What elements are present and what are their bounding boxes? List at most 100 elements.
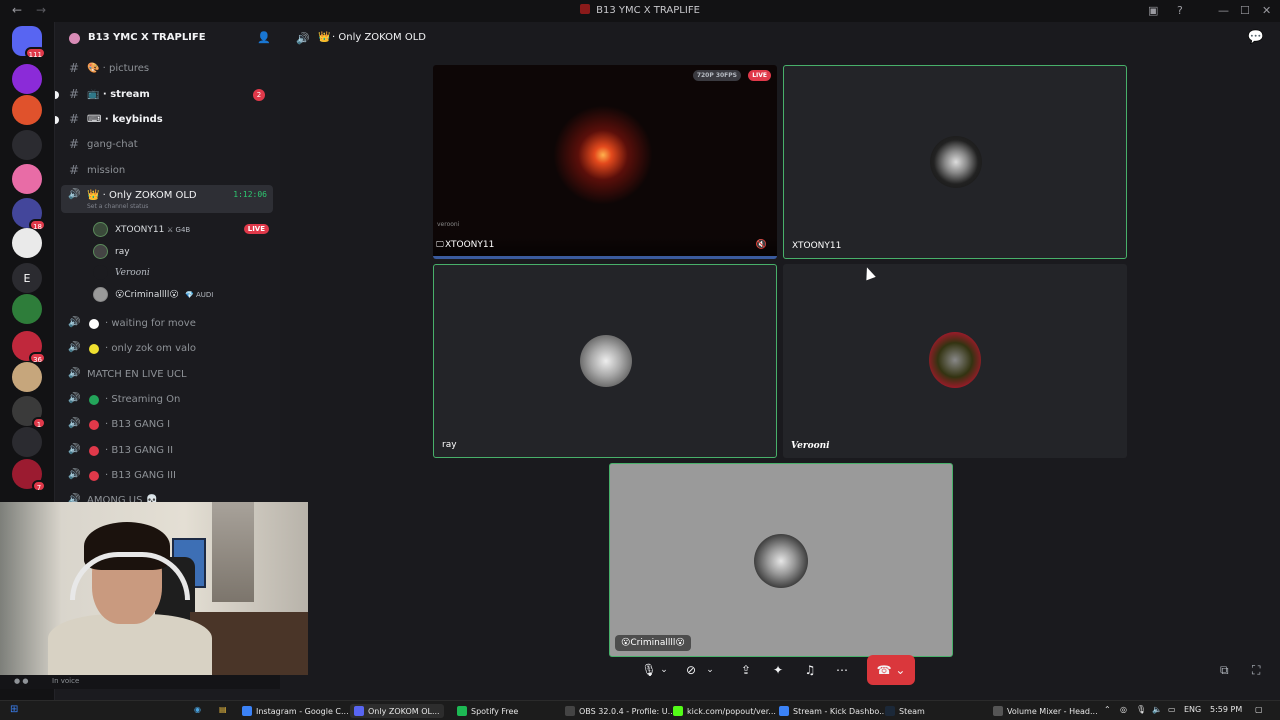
participant-tile-verooni[interactable]: Verooni	[783, 264, 1127, 458]
server-icon[interactable]: 18	[12, 198, 46, 231]
taskbar-app[interactable]: Steam	[885, 704, 925, 718]
server-icon[interactable]: 7	[12, 459, 46, 492]
voice-channel[interactable]: 🔊 · Streaming On	[61, 389, 273, 411]
pop-out-icon[interactable]: ⧉	[1220, 663, 1229, 678]
taskbar-app-label: Volume Mixer - Head...	[1007, 706, 1098, 716]
tray-app-icon[interactable]: ◎	[1120, 705, 1127, 714]
participant-tile-criminal[interactable]: 😮Criminallll😮	[609, 463, 953, 657]
hash-icon: #	[69, 163, 80, 177]
live-badge: LIVE	[243, 224, 269, 234]
channel-mission[interactable]: # mission	[61, 160, 273, 182]
server-name: B13 YMC X TRAPLIFE	[88, 32, 206, 43]
chat-icon[interactable]: 💬	[1248, 30, 1264, 45]
voice-channel-active[interactable]: 🔊 👑 · Only ZOKOM OLD 1:12:06 Set a chann…	[61, 185, 273, 213]
language-indicator[interactable]: ENG	[1184, 705, 1201, 714]
channel-gang-chat[interactable]: # gang-chat	[61, 134, 273, 156]
tile-name: XTOONY11	[792, 241, 842, 251]
notification-badge: 1	[32, 417, 46, 429]
more-options-button[interactable]: ⋯	[827, 655, 857, 685]
speaker-tray-icon[interactable]: 🔈	[1152, 705, 1162, 714]
close-icon[interactable]: ✕	[1262, 4, 1271, 17]
server-icon[interactable]: 36	[12, 331, 46, 364]
server-icon[interactable]	[12, 294, 42, 324]
channel-keybinds[interactable]: # ⌨ · keybinds	[61, 109, 273, 131]
voice-channel[interactable]: 🔊 · B13 GANG II	[61, 440, 273, 462]
maximize-icon[interactable]: ☐	[1240, 4, 1250, 17]
taskbar-app-label: Only ZOKOM OL...	[368, 706, 440, 716]
voice-channel[interactable]: 🔊 MATCH EN LIVE UCL	[61, 364, 273, 386]
app-icon	[993, 706, 1003, 716]
taskbar-app[interactable]: Stream - Kick Dashbo...	[779, 704, 887, 718]
taskbar-app[interactable]: kick.com/popout/ver...	[673, 704, 776, 718]
avatar	[93, 287, 108, 302]
network-tray-icon[interactable]: ▭	[1168, 705, 1176, 714]
server-icon[interactable]	[12, 228, 42, 258]
taskbar-app-label: Stream - Kick Dashbo...	[793, 706, 887, 716]
window-title: B13 YMC X TRAPLIFE	[0, 4, 1280, 16]
channel-label: 📺 · stream	[87, 89, 150, 100]
inbox-icon[interactable]: ▣	[1148, 4, 1158, 17]
voice-user[interactable]: ray	[93, 242, 273, 262]
participant-tile-ray[interactable]: ray	[433, 264, 777, 458]
server-icon[interactable]: 1	[12, 396, 46, 429]
volume-mute-icon[interactable]: 🔇	[756, 240, 767, 250]
speaker-icon: 🔊	[68, 189, 81, 200]
stream-tile[interactable]: 720P 30FPS LIVE verooni 🖵 XTOONY11 🔇	[433, 65, 777, 259]
mic-options-chevron-icon[interactable]: ⌄	[656, 655, 672, 685]
avatar	[580, 335, 632, 387]
edge-icon[interactable]: ◉	[194, 705, 201, 714]
channel-status[interactable]: Set a channel status	[87, 203, 148, 210]
server-icon[interactable]	[12, 427, 42, 457]
notifications-icon[interactable]: ▢	[1255, 705, 1263, 714]
voice-channel[interactable]: 🔊 · only zok om valo	[61, 338, 273, 360]
server-header[interactable]: B13 YMC X TRAPLIFE ⌄ 👤	[55, 22, 281, 56]
tile-name: 😮Criminallll😮	[615, 635, 691, 651]
participant-tile-xtoony[interactable]: XTOONY11	[783, 65, 1127, 259]
server-icon[interactable]	[12, 95, 42, 125]
channel-stream[interactable]: # 📺 · stream 2	[61, 84, 273, 106]
voice-channel[interactable]: 🔊 · B13 GANG I	[61, 414, 273, 436]
mic-tray-icon[interactable]: 🎙	[1136, 705, 1146, 714]
taskbar-app-label: Steam	[899, 706, 925, 716]
taskbar-app[interactable]: Spotify Free	[457, 704, 518, 718]
voice-channel[interactable]: 🔊 · B13 GANG III	[61, 465, 273, 487]
user-tag: 💎 AUDI	[185, 291, 214, 299]
server-icon[interactable]	[12, 64, 42, 94]
activities-button[interactable]: ✦	[763, 655, 793, 685]
app-icon	[354, 706, 364, 716]
file-explorer-icon[interactable]: ▤	[219, 705, 227, 714]
tray-chevron-icon[interactable]: ⌃	[1104, 705, 1111, 714]
hash-icon: #	[69, 112, 80, 126]
taskbar-app[interactable]: OBS 32.0.4 - Profile: U...	[565, 704, 675, 718]
channel-label: 👑 · Only ZOKOM OLD	[87, 190, 197, 201]
taskbar-app[interactable]: Volume Mixer - Head...	[993, 704, 1098, 718]
speaker-icon: 🔊	[296, 32, 310, 45]
server-icon[interactable]	[12, 164, 42, 194]
voice-user[interactable]: XTOONY11 ⚔ G4B LIVE	[93, 220, 273, 240]
voice-user[interactable]: Verooni	[93, 263, 273, 283]
server-icon[interactable]	[12, 362, 42, 392]
hash-icon: #	[69, 61, 80, 75]
minimize-icon[interactable]: —	[1218, 4, 1229, 17]
app-icon	[457, 706, 467, 716]
help-icon[interactable]: ?	[1177, 4, 1183, 17]
avatar	[754, 534, 808, 588]
server-icon[interactable]: E	[12, 263, 42, 293]
invite-people-icon[interactable]: 👤	[257, 31, 271, 44]
fullscreen-icon[interactable]: ⛶	[1252, 663, 1260, 678]
speaker-icon: 🔊	[68, 469, 81, 480]
soundboard-button[interactable]: ♫	[795, 655, 825, 685]
taskbar-app[interactable]: Only ZOKOM OL...	[350, 704, 444, 718]
voice-user[interactable]: 😮Criminallll😮 💎 AUDI	[93, 285, 273, 305]
server-icon[interactable]	[12, 130, 42, 160]
windows-start-icon[interactable]: ⊞	[10, 704, 18, 715]
voice-channel[interactable]: 🔊 · waiting for move	[61, 313, 273, 335]
taskbar-app[interactable]: Instagram - Google C...	[242, 704, 349, 718]
camera-options-chevron-icon[interactable]: ⌄	[702, 655, 718, 685]
channel-pictures[interactable]: # 🎨 · pictures	[61, 58, 273, 80]
disconnect-button[interactable]: ☎ ⌄	[867, 655, 915, 685]
clock[interactable]: 5:59 PM	[1210, 705, 1242, 714]
screen-share-button[interactable]: ⇪	[731, 655, 761, 685]
server-icon[interactable]: 111	[12, 26, 46, 59]
channel-title: · Only ZOKOM OLD	[332, 32, 426, 43]
